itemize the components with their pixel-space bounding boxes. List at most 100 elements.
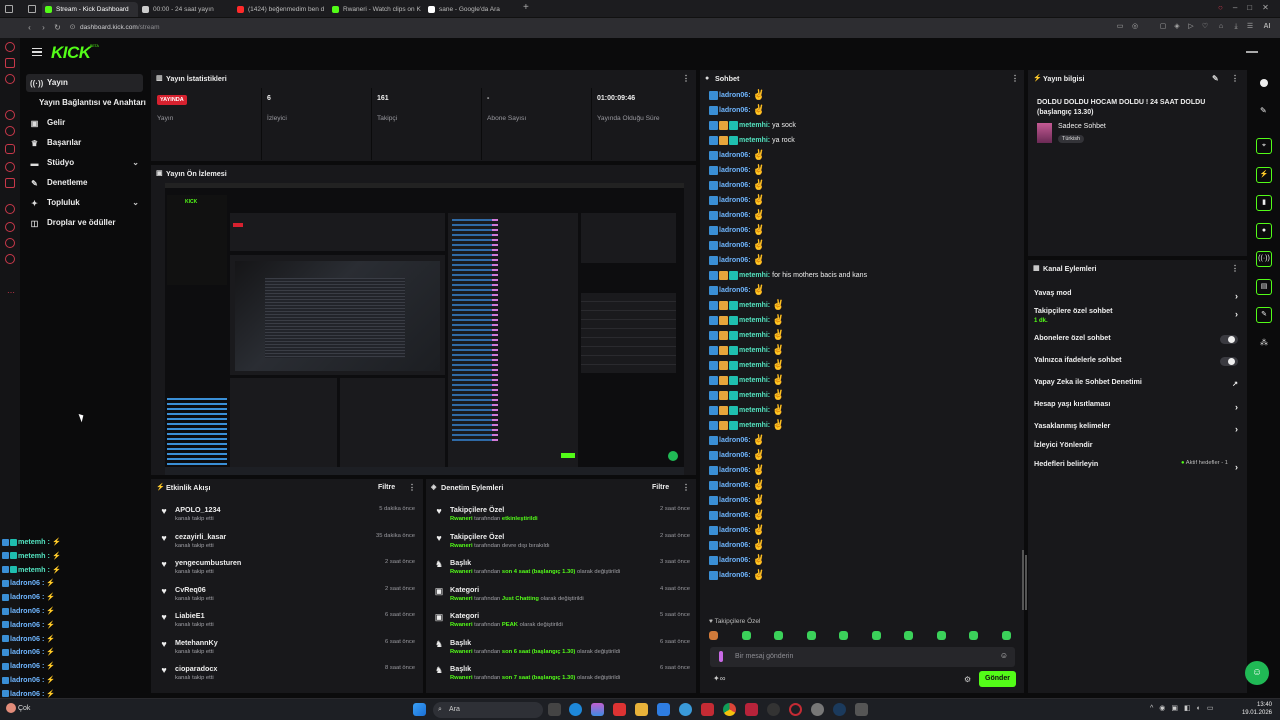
chat-username[interactable]: ladron06: [719, 212, 748, 219]
pencil-icon[interactable]: ✎: [1260, 106, 1267, 115]
chat-message[interactable]: metemhi: ✌: [709, 313, 785, 328]
bookmark-icon[interactable]: ▭: [1115, 22, 1125, 32]
opera-icon[interactable]: [5, 42, 15, 52]
more-options-icon[interactable]: ⋮: [1231, 264, 1239, 274]
chat-message[interactable]: metemhi: ✌: [709, 388, 785, 403]
chat-input-box[interactable]: Bir mesaj gönderin ☺: [710, 647, 1015, 667]
kick-logo[interactable]: KICK: [51, 43, 91, 63]
chat-message[interactable]: ladron06: ✌: [709, 283, 765, 298]
twitch-icon[interactable]: [5, 178, 15, 188]
browser-tab[interactable]: Rwaneri - Watch clips on K: [329, 2, 425, 17]
moderation-row[interactable]: ♞ Başlık Rwaneri tarafından son 6 saat (ba…: [426, 634, 696, 660]
more-icon[interactable]: ⋯: [7, 288, 15, 297]
chat-username[interactable]: ladron06: [719, 152, 748, 159]
sidebar-item-revenue[interactable]: ▣ Gelir: [26, 114, 143, 132]
raid-row[interactable]: İzleyici Yönlendir: [1034, 440, 1238, 460]
player-icon[interactable]: ▷: [1186, 22, 1196, 32]
rail-button-layout-icon[interactable]: ▤: [1256, 279, 1272, 295]
rail-button-document-icon[interactable]: ▮: [1256, 195, 1272, 211]
chat-username[interactable]: metemhi: [739, 272, 768, 279]
chat-username[interactable]: ladron06: [719, 242, 748, 249]
emote-icon[interactable]: [969, 631, 978, 640]
moderation-row[interactable]: ▣ Kategori Rwaneri tarafından Just Chattin…: [426, 581, 696, 607]
account-age-row[interactable]: Hesap yaşı kısıtlaması ›: [1034, 399, 1238, 419]
chat-message[interactable]: ladron06: ✌: [709, 448, 765, 463]
chat-username[interactable]: ladron06: [719, 437, 748, 444]
chat-username[interactable]: metemhi: [739, 407, 768, 414]
chat-username[interactable]: metemhi: [739, 362, 768, 369]
chat-username[interactable]: ladron06: [719, 542, 748, 549]
user-avatar[interactable]: [1246, 51, 1258, 53]
weather-widget[interactable]: Çok: [6, 703, 30, 713]
aria-icon[interactable]: [5, 58, 15, 68]
back-button[interactable]: ‹: [24, 22, 35, 33]
activity-row[interactable]: ♥ APOLO_1234 kanalı takip etti 5 dakika önc…: [151, 501, 421, 527]
moderation-filter-button[interactable]: Filtre: [652, 479, 669, 497]
activity-row[interactable]: ♥ yengecumbusturen kanalı takip etti 2 saat…: [151, 554, 421, 580]
settings-taskbar-icon[interactable]: [811, 703, 824, 716]
chat-username[interactable]: metemhi: [739, 302, 768, 309]
category-name[interactable]: Sadece Sohbet: [1058, 123, 1106, 130]
sidebar-item-stream-key[interactable]: Yayın Bağlantısı ve Anahtarı: [39, 95, 168, 111]
chat-input[interactable]: Bir mesaj gönderin: [735, 647, 793, 667]
chat-username[interactable]: ladron06: [719, 497, 748, 504]
chat-message[interactable]: ladron06: ✌: [709, 253, 765, 268]
emote-icon[interactable]: [936, 631, 946, 640]
chat-message[interactable]: ladron06: ✌: [709, 463, 765, 478]
minimize-button[interactable]: –: [1233, 3, 1247, 12]
goals-row[interactable]: Hedefleri belirleyin ● Aktif hedefler - 1…: [1034, 459, 1238, 479]
maximize-button[interactable]: □: [1247, 3, 1262, 12]
send-button[interactable]: Gönder: [979, 671, 1016, 687]
subs-only-row[interactable]: Abonelere özel sohbet: [1034, 333, 1238, 353]
chat-username[interactable]: metemhi: [739, 317, 768, 324]
file-explorer-icon[interactable]: [635, 703, 648, 716]
moderation-row[interactable]: ♥ Takipçilere Özel Rwaneri tarafından etki…: [426, 501, 696, 527]
chat-scrollbar[interactable]: [1022, 550, 1024, 610]
download-icon[interactable]: ⤓: [1231, 22, 1241, 32]
chat-username[interactable]: ladron06: [719, 557, 748, 564]
more-options-icon[interactable]: ⋮: [682, 483, 690, 493]
chat-message[interactable]: metemhi: for his mothers bacis and kans: [709, 268, 867, 283]
chat-message[interactable]: metemhi: ✌: [709, 298, 785, 313]
chat-username[interactable]: metemhi: [739, 377, 768, 384]
chat-username[interactable]: ladron06: [719, 482, 748, 489]
chat-message[interactable]: ladron06: ✌: [709, 538, 765, 553]
chat-username[interactable]: metemhi: [739, 332, 768, 339]
taskbar-search[interactable]: ⌕ Ara: [433, 702, 543, 718]
opera-taskbar-icon[interactable]: [789, 703, 802, 716]
chat-username[interactable]: ladron06: [719, 257, 748, 264]
chat-username[interactable]: ladron06: [719, 107, 748, 114]
emoji-icon[interactable]: ☺: [1000, 651, 1008, 660]
followers-only-row[interactable]: Takipçilere özel sohbet 1 dk. ›: [1034, 306, 1238, 326]
info-icon[interactable]: [1260, 79, 1268, 87]
chat-username[interactable]: ladron06: [719, 227, 748, 234]
activity-row[interactable]: ♥ LiabieE1 kanalı takip etti 6 saat önce: [151, 607, 421, 633]
chat-username[interactable]: ladron06: [719, 167, 748, 174]
activity-row[interactable]: ♥ cioparadocx kanalı takip etti 8 saat önce: [151, 660, 421, 686]
activity-row[interactable]: ♥ MetehannKy kanalı takip etti 6 saat önce: [151, 634, 421, 660]
sidebar-item-community[interactable]: ✦ Topluluk ⌄: [26, 194, 143, 212]
browser-tab[interactable]: Stream - Kick Dashboard: [42, 2, 138, 17]
emote-icon[interactable]: [1001, 631, 1011, 640]
chat-message[interactable]: ladron06: ✌: [709, 523, 765, 538]
banned-words-row[interactable]: Yasaklanmış kelimeler ›: [1034, 421, 1238, 441]
browser-tab[interactable]: sane - Google'da Ara: [425, 2, 521, 17]
winrar-icon[interactable]: [745, 703, 758, 716]
chat-message[interactable]: ladron06: ✌: [709, 433, 765, 448]
emote-icon[interactable]: [871, 631, 881, 640]
copilot-icon[interactable]: [591, 703, 604, 716]
chat-message[interactable]: ladron06: ✌: [709, 508, 765, 523]
emote-icon[interactable]: [741, 631, 751, 640]
chat-settings-icon[interactable]: ⚙: [964, 675, 971, 684]
lock-icon[interactable]: ⌂: [1216, 22, 1226, 32]
tab-strip-icon[interactable]: [5, 5, 13, 13]
chat-username[interactable]: metemhi: [739, 422, 768, 429]
moderation-row[interactable]: ♞ Başlık Rwaneri tarafından son 7 saat (ba…: [426, 660, 696, 686]
chat-username[interactable]: ladron06: [719, 287, 748, 294]
edge-icon[interactable]: [569, 703, 582, 716]
whatsapp-icon[interactable]: [5, 110, 15, 120]
apps-icon[interactable]: ⁂: [1260, 338, 1268, 347]
ai-icon[interactable]: AI: [1260, 22, 1274, 32]
reload-button[interactable]: ↻: [52, 22, 63, 33]
chat-username[interactable]: ladron06: [719, 467, 748, 474]
